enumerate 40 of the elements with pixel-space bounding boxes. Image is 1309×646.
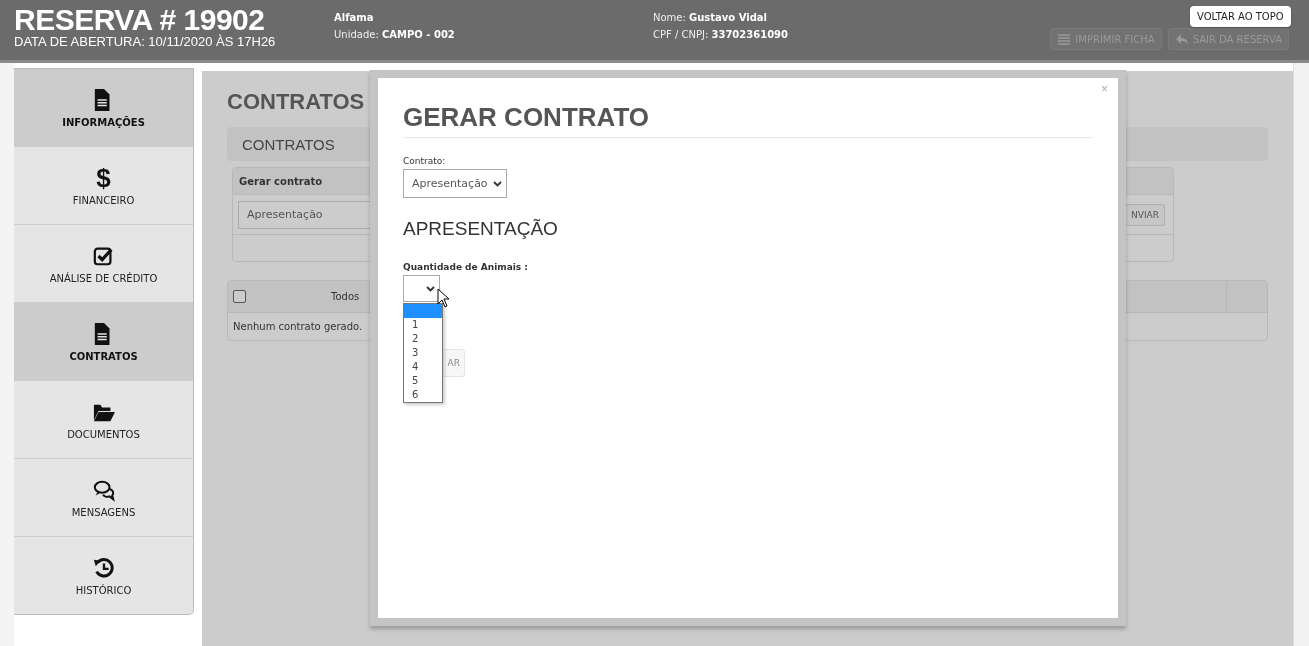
info-text: CPF / CNPJ: 33702361090 [653, 29, 790, 40]
table-header: Todos [331, 291, 360, 302]
sidebar-item[interactable]: MENSAGENS [14, 459, 193, 537]
opening-date: DATA DE ABERTURA: 10/11/2020 ÀS 17H26 [14, 35, 277, 48]
sidebar-item[interactable]: DOCUMENTOS [14, 381, 193, 459]
dropdown-option[interactable]: 3 [404, 346, 442, 360]
chevron-icon [426, 285, 435, 292]
sidebar-label: ANÁLISE DE CRÉDITO [49, 272, 158, 284]
sidebar-label: MENSAGENS [71, 506, 136, 518]
sidebar-label: DOCUMENTOS [67, 428, 140, 440]
history-icon [92, 555, 115, 580]
info-text: Alfama [334, 12, 375, 23]
dropdown-option[interactable]: 5 [404, 374, 442, 388]
info-text: Unidade: CAMPO - 002 [334, 29, 456, 40]
list-icon [1057, 32, 1072, 46]
sidebar-item[interactable]: $ FINANCEIRO [14, 147, 193, 225]
table-header: Gerar contrato [239, 175, 323, 187]
contract-dropdown[interactable]: Apresentação [403, 169, 507, 198]
page-title: CONTRATOS [227, 89, 365, 114]
sidebar-label: HISTÓRICO [75, 584, 132, 596]
quantity-dropdown[interactable] [403, 275, 440, 302]
info-text: Nome: Gustavo Vidal [653, 12, 769, 23]
empty-message: Nenhum contrato gerado. [233, 321, 363, 332]
dropdown-option[interactable]: 2 [404, 332, 442, 346]
select-all-checkbox[interactable] [233, 290, 246, 303]
field-label: Quantidade de Animais : [403, 262, 528, 272]
sidebar-item[interactable]: CONTRATOS [14, 303, 193, 381]
dropdown-option[interactable]: 4 [404, 360, 442, 374]
dropdown-option[interactable]: 6 [404, 388, 442, 402]
sidebar-label: INFORMAÇÕES [62, 116, 145, 128]
sidebar-label: FINANCEIRO [72, 194, 135, 206]
sidebar-item[interactable]: HISTÓRICO [14, 537, 193, 614]
reply-icon [1174, 32, 1189, 46]
chevron-icon [492, 180, 502, 187]
back-to-top-button[interactable]: VOLTAR AO TOPO [1190, 6, 1291, 27]
dropdown-option[interactable]: 1 [404, 318, 442, 332]
sidebar-item[interactable]: INFORMAÇÕES [14, 69, 193, 147]
dollar-icon: $ [96, 165, 111, 190]
reservation-title: RESERVA # 19902 [14, 5, 266, 35]
sidebar-label: CONTRATOS [69, 350, 138, 362]
